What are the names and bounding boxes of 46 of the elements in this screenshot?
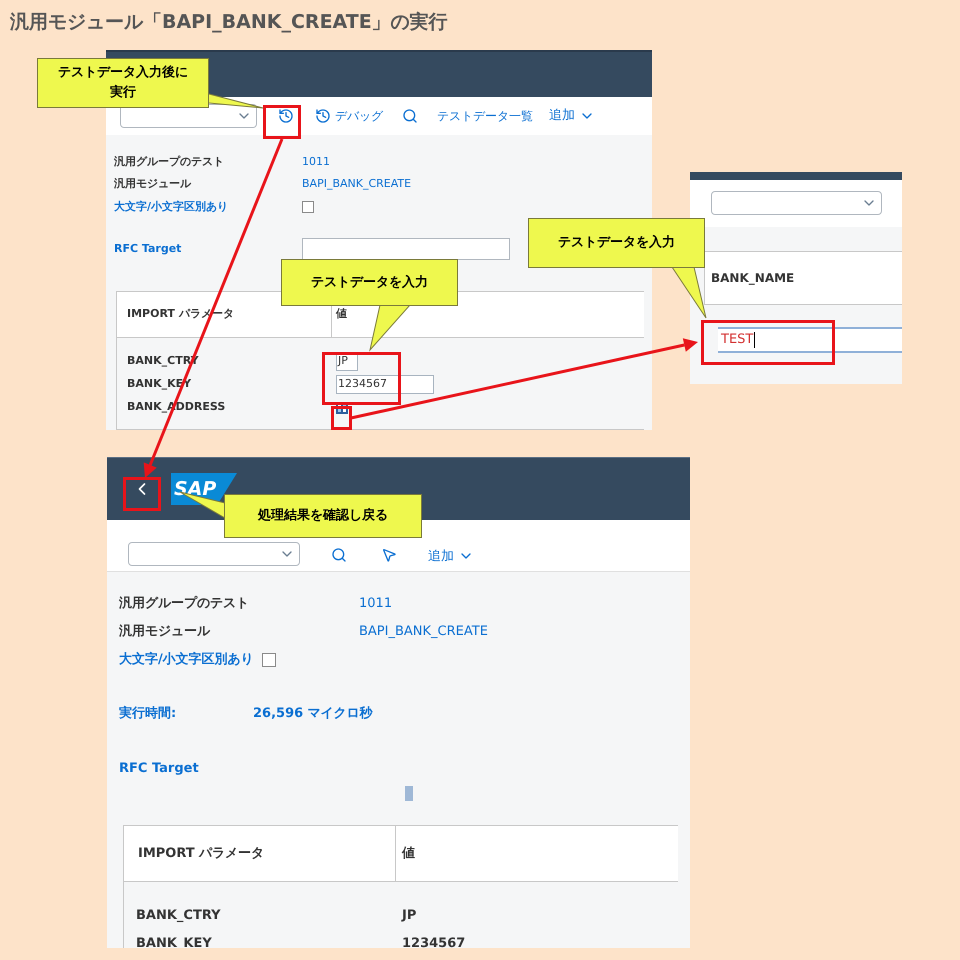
field-value: 1011 <box>302 154 330 170</box>
field-value: BAPI_BANK_CREATE <box>302 176 412 192</box>
column-header: 値 <box>334 306 347 322</box>
field-label: 大文字/小文字区別あり <box>114 198 230 215</box>
field-value: 1011 <box>359 595 392 614</box>
page-title: 汎用モジュール「BAPI_BANK_CREATE」の実行 <box>10 10 448 35</box>
menu-button[interactable]: 追加 <box>549 106 595 126</box>
selection-mark <box>405 786 413 801</box>
column-header: BANK_NAME <box>704 251 902 305</box>
field-label: 汎用グループのテスト <box>119 594 250 614</box>
field-label: RFC Target <box>114 240 182 257</box>
callout-text: テストデータを入力 <box>558 234 675 252</box>
field-value: 26,596 マイクロ秒 <box>253 705 373 724</box>
callout-text: テストデータを入力 <box>311 274 428 292</box>
table-cell-text: 1234567 <box>401 935 466 948</box>
pointer-icon <box>381 547 397 563</box>
column-header: IMPORT パラメータ <box>124 826 396 881</box>
clock-icon <box>315 108 331 124</box>
field-label: 大文字/小文字区別あり <box>119 650 254 670</box>
column-header: 値 <box>400 844 415 863</box>
text-cursor <box>754 332 756 348</box>
input-field[interactable] <box>302 238 510 260</box>
checkbox[interactable] <box>262 653 276 667</box>
checkbox[interactable] <box>302 201 314 213</box>
input-field[interactable]: 1234567 <box>336 375 434 394</box>
search-icon <box>402 108 418 124</box>
clock-icon <box>278 108 294 124</box>
menu-button[interactable]: 追加 <box>428 546 474 566</box>
table-cell-text: JP <box>400 907 416 926</box>
highlight-frame <box>263 105 301 139</box>
debug-button[interactable]: デバッグ <box>315 107 383 126</box>
field-label: 実行時間: <box>119 704 178 724</box>
toolbar-button[interactable]: テストデータ一覧 <box>437 107 533 126</box>
field-label: 汎用グループのテスト <box>114 154 225 170</box>
search-icon <box>331 547 347 563</box>
field-label: RFC Target <box>119 760 199 778</box>
table-cell-text: BANK_CTRY <box>135 907 222 926</box>
highlight-frame <box>123 477 161 511</box>
table-cell-text: BANK_KEY <box>135 935 213 948</box>
callout-text: 実行 <box>110 84 136 102</box>
callout-text: テストデータ入力後に <box>58 64 188 82</box>
field-label: 汎用モジュール <box>114 176 192 192</box>
input-field[interactable]: TEST <box>718 327 902 353</box>
field-label: 汎用モジュール <box>119 623 212 642</box>
callout-text: 処理結果を確認し戻る <box>258 506 388 525</box>
field-value: BAPI_BANK_CREATE <box>359 623 488 642</box>
